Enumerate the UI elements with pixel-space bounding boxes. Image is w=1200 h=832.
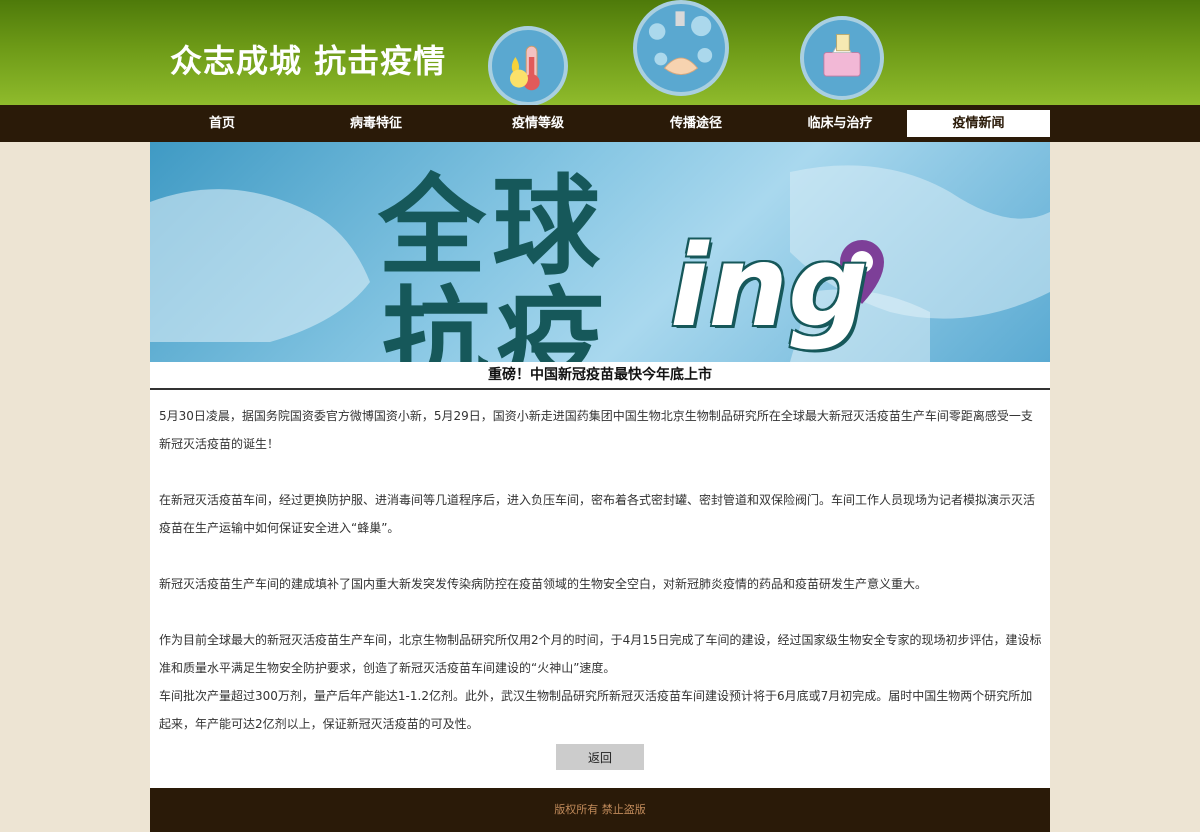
article-paragraph: 车间批次产量超过300万剂，量产后年产能达1-1.2亿剂。此外，武汉生物制品研究… bbox=[159, 689, 1033, 731]
main-content: 全球 抗疫 ing 重磅！中国新冠疫苗最快今年底上市 5月30日凌晨，据国务院国… bbox=[150, 142, 1050, 788]
nav-item-home[interactable]: 首页 bbox=[152, 110, 292, 137]
nav-item-epidemic-news[interactable]: 疫情新闻 bbox=[907, 110, 1050, 137]
thermometer-icon bbox=[488, 26, 568, 106]
banner-image: 全球 抗疫 ing bbox=[150, 142, 1050, 362]
nav-item-clinical-treatment[interactable]: 临床与治疗 bbox=[770, 110, 910, 137]
header: 众志成城 抗击疫情 bbox=[0, 0, 1200, 106]
footer: 版权所有 禁止盗版 bbox=[150, 788, 1050, 832]
banner-text-fight: 抗疫 bbox=[382, 276, 611, 362]
nav-item-virus-features[interactable]: 病毒特征 bbox=[306, 110, 446, 137]
back-button[interactable]: 返回 bbox=[556, 744, 644, 770]
article-paragraph: 5月30日凌晨，据国务院国资委官方微博国资小新，5月29日，国资小新走进国药集团… bbox=[159, 409, 1033, 451]
nav-item-epidemic-level[interactable]: 疫情等级 bbox=[468, 110, 608, 137]
tissue-icon bbox=[800, 16, 884, 100]
copyright-text: 版权所有 禁止盗版 bbox=[554, 803, 646, 816]
article-title: 重磅！中国新冠疫苗最快今年底上市 bbox=[150, 362, 1050, 390]
article-paragraph: 新冠灭活疫苗生产车间的建成填补了国内重大新发突发传染病防控在疫苗领域的生物安全空… bbox=[159, 577, 928, 591]
article-body: 5月30日凌晨，据国务院国资委官方微博国资小新，5月29日，国资小新走进国药集团… bbox=[159, 402, 1043, 738]
handwash-icon bbox=[633, 0, 729, 96]
site-slogan: 众志成城 抗击疫情 bbox=[170, 42, 447, 80]
article-paragraph: 作为目前全球最大的新冠灭活疫苗生产车间，北京生物制品研究所仅用2个月的时间，于4… bbox=[159, 633, 1042, 675]
nav-item-transmission[interactable]: 传播途径 bbox=[626, 110, 766, 137]
banner-text-ing: ing bbox=[670, 222, 869, 352]
main-nav: 首页 病毒特征 疫情等级 传播途径 临床与治疗 疫情新闻 bbox=[0, 105, 1200, 142]
article-paragraph: 在新冠灭活疫苗车间，经过更换防护服、进消毒间等几道程序后，进入负压车间，密布着各… bbox=[159, 493, 1036, 535]
